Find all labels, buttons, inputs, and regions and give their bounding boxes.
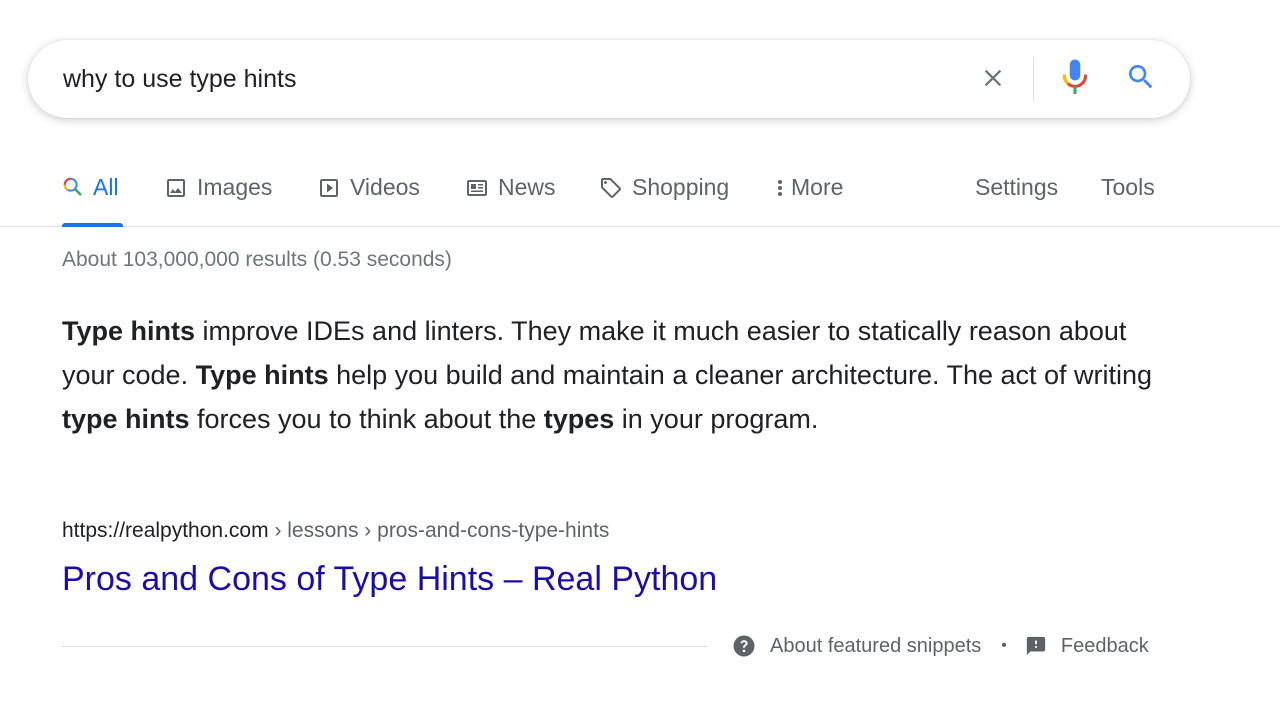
snippet-bold-text: Type hints: [62, 316, 196, 346]
tab-shopping-label: Shopping: [632, 174, 730, 200]
search-multicolor-icon: [62, 176, 84, 198]
clear-search-button[interactable]: [973, 60, 1013, 100]
image-icon: [164, 176, 188, 200]
mic-icon: [1061, 58, 1089, 101]
about-featured-snippets-link[interactable]: About featured snippets: [732, 634, 981, 658]
footer-divider: [62, 646, 707, 647]
tab-images[interactable]: Images: [164, 160, 272, 226]
voice-search-button[interactable]: [1055, 58, 1095, 100]
result-url-breadcrumb: https://realpython.com › lessons › pros-…: [62, 519, 609, 543]
tab-videos[interactable]: Videos: [317, 160, 420, 226]
snippet-bold-text: types: [543, 404, 615, 434]
search-divider: [1033, 57, 1034, 101]
snippet-text: in your program.: [614, 404, 819, 434]
tab-more[interactable]: More: [774, 160, 843, 226]
tag-icon: [599, 176, 623, 200]
settings-label: Settings: [975, 174, 1059, 200]
result-title-link[interactable]: Pros and Cons of Type Hints – Real Pytho…: [62, 560, 717, 599]
footer-separator: •: [1001, 637, 1007, 654]
help-icon: [732, 634, 756, 658]
feedback-link[interactable]: Feedback: [1025, 635, 1149, 658]
snippet-bold-text: Type hints: [195, 360, 329, 390]
snippet-text: help you build and maintain a cleaner ar…: [328, 360, 1153, 390]
search-box: [28, 40, 1190, 118]
close-icon: [979, 64, 1007, 97]
tab-videos-label: Videos: [350, 174, 420, 200]
tab-more-label: More: [791, 174, 844, 200]
tools-link[interactable]: Tools: [1101, 160, 1155, 226]
search-tabs: All Images Videos News Shopping More Set…: [0, 160, 1280, 227]
snippet-text: forces you to think about the: [189, 404, 544, 434]
tab-news[interactable]: News: [465, 160, 556, 226]
tab-all[interactable]: All: [62, 160, 123, 227]
result-stats: About 103,000,000 results (0.53 seconds): [62, 248, 452, 271]
about-featured-snippets-label: About featured snippets: [770, 634, 982, 657]
snippet-bold-text: type hints: [62, 404, 190, 434]
featured-snippet-text: Type hints improve IDEs and linters. The…: [62, 309, 1162, 441]
feedback-label: Feedback: [1060, 634, 1149, 657]
snippet-footer: About featured snippets • Feedback: [732, 632, 1149, 660]
result-domain: https://realpython.com: [62, 519, 269, 542]
search-icon: [1125, 61, 1157, 98]
tab-shopping[interactable]: Shopping: [599, 160, 729, 226]
active-tab-indicator: [62, 223, 123, 227]
tools-label: Tools: [1101, 174, 1155, 200]
feedback-icon: [1025, 635, 1047, 657]
play-icon: [317, 176, 341, 200]
tab-all-label: All: [93, 174, 119, 200]
search-button[interactable]: [1120, 58, 1162, 100]
newspaper-icon: [465, 176, 489, 200]
result-path: › lessons › pros-and-cons-type-hints: [268, 519, 610, 542]
tab-images-label: Images: [197, 174, 273, 200]
tab-news-label: News: [498, 174, 556, 200]
more-vert-icon: [774, 176, 786, 200]
search-input[interactable]: [63, 60, 913, 98]
settings-link[interactable]: Settings: [975, 160, 1058, 226]
